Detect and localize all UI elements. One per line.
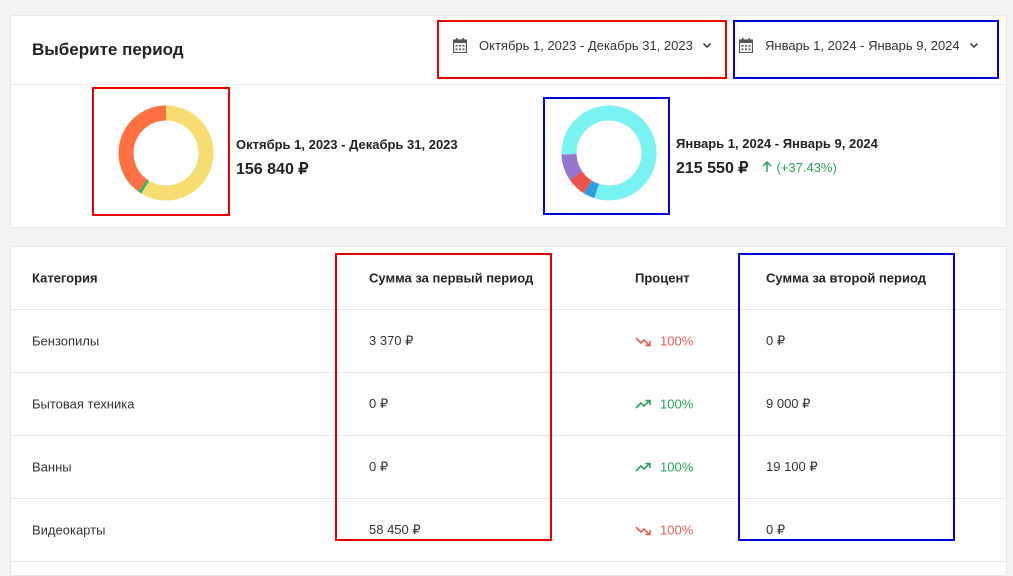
donut-segment (569, 170, 592, 194)
second-sum-cell: 0 ₽ (766, 522, 786, 537)
donut-segment (583, 180, 600, 199)
period2-picker[interactable]: Январь 1, 2024 - Январь 9, 2024 (739, 38, 979, 53)
category-cell: Видеокарты (32, 522, 106, 538)
comparison-table: Категория Сумма за первый период Процент… (10, 246, 1007, 576)
percent-value: 100% (660, 459, 694, 475)
table-row: Бытовая техника 0 ₽ 100% 9 000 ₽ (11, 373, 1006, 436)
table-row: Видеокарты 58 450 ₽ 100% 0 ₽ (11, 499, 1006, 562)
column-header-percent: Процент (635, 270, 690, 286)
table-row: Ванны 0 ₽ 100% 19 100 ₽ (11, 436, 1006, 499)
second-sum-cell: 19 100 ₽ (766, 459, 818, 474)
percent-cell: 100% (635, 334, 693, 349)
period2-range: Январь 1, 2024 - Январь 9, 2024 (676, 136, 878, 151)
period-card: Выберите период Октябрь 1, 2023 - Декабр… (10, 15, 1007, 228)
table-header-row: Категория Сумма за первый период Процент… (11, 247, 1006, 310)
page-title: Выберите период (32, 40, 184, 59)
first-sum-cell: 0 ₽ (369, 396, 389, 411)
period1-range: Октябрь 1, 2023 - Декабрь 31, 2023 (236, 137, 458, 152)
calendar-icon (739, 38, 753, 53)
period1-total: 156 840 ₽ (236, 161, 309, 178)
donut-segment (594, 105, 657, 201)
first-sum-cell: 0 ₽ (369, 459, 389, 474)
period1-picker-label: Октябрь 1, 2023 - Декабрь 31, 2023 (479, 38, 693, 53)
first-sum-cell: 3 370 ₽ (369, 333, 414, 348)
period2-picker-label: Январь 1, 2024 - Январь 9, 2024 (765, 38, 960, 53)
trending-up-icon (635, 399, 651, 409)
category-cell: Ванны (32, 459, 72, 475)
period-header: Выберите период Октябрь 1, 2023 - Декабр… (11, 16, 1006, 85)
chevron-down-icon (969, 42, 978, 49)
first-sum-cell: 58 450 ₽ (369, 522, 421, 537)
chevron-down-icon (702, 42, 711, 49)
donut-segment (561, 105, 610, 155)
column-header-category: Категория (32, 270, 98, 286)
arrow-up-icon (762, 161, 772, 172)
trending-down-icon (635, 336, 651, 346)
period1-donut-chart (118, 105, 214, 201)
percent-value: 100% (660, 522, 694, 538)
percent-cell: 100% (635, 523, 693, 538)
trending-down-icon (635, 525, 651, 535)
category-cell: Бензопилы (32, 333, 100, 349)
donut-segment (561, 153, 583, 180)
period2-change: (+37.43%) (762, 159, 837, 175)
column-header-second-sum: Сумма за второй период (766, 270, 926, 286)
period1-picker[interactable]: Октябрь 1, 2023 - Декабрь 31, 2023 (453, 38, 712, 53)
period2-donut-chart (561, 105, 657, 201)
percent-cell: 100% (635, 397, 693, 412)
period2-summary: Январь 1, 2024 - Январь 9, 2024 215 550 … (676, 136, 878, 178)
percent-cell: 100% (635, 460, 693, 475)
period2-change-value: (+37.43%) (776, 159, 837, 175)
second-sum-cell: 9 000 ₽ (766, 396, 811, 411)
period2-total: 215 550 ₽ (676, 160, 749, 177)
period1-summary: Октябрь 1, 2023 - Декабрь 31, 2023 156 8… (236, 137, 458, 179)
donut-segment (118, 105, 167, 192)
column-header-first-sum: Сумма за первый период (369, 270, 534, 286)
category-cell: Бытовая техника (32, 396, 135, 412)
second-sum-cell: 0 ₽ (766, 333, 786, 348)
table-row: Бензопилы 3 370 ₽ 100% 0 ₽ (11, 310, 1006, 373)
percent-value: 100% (660, 333, 694, 349)
donut-segment (141, 105, 214, 201)
donut-segment (138, 179, 150, 194)
calendar-icon (453, 38, 467, 53)
percent-value: 100% (660, 396, 694, 412)
trending-up-icon (635, 462, 651, 472)
